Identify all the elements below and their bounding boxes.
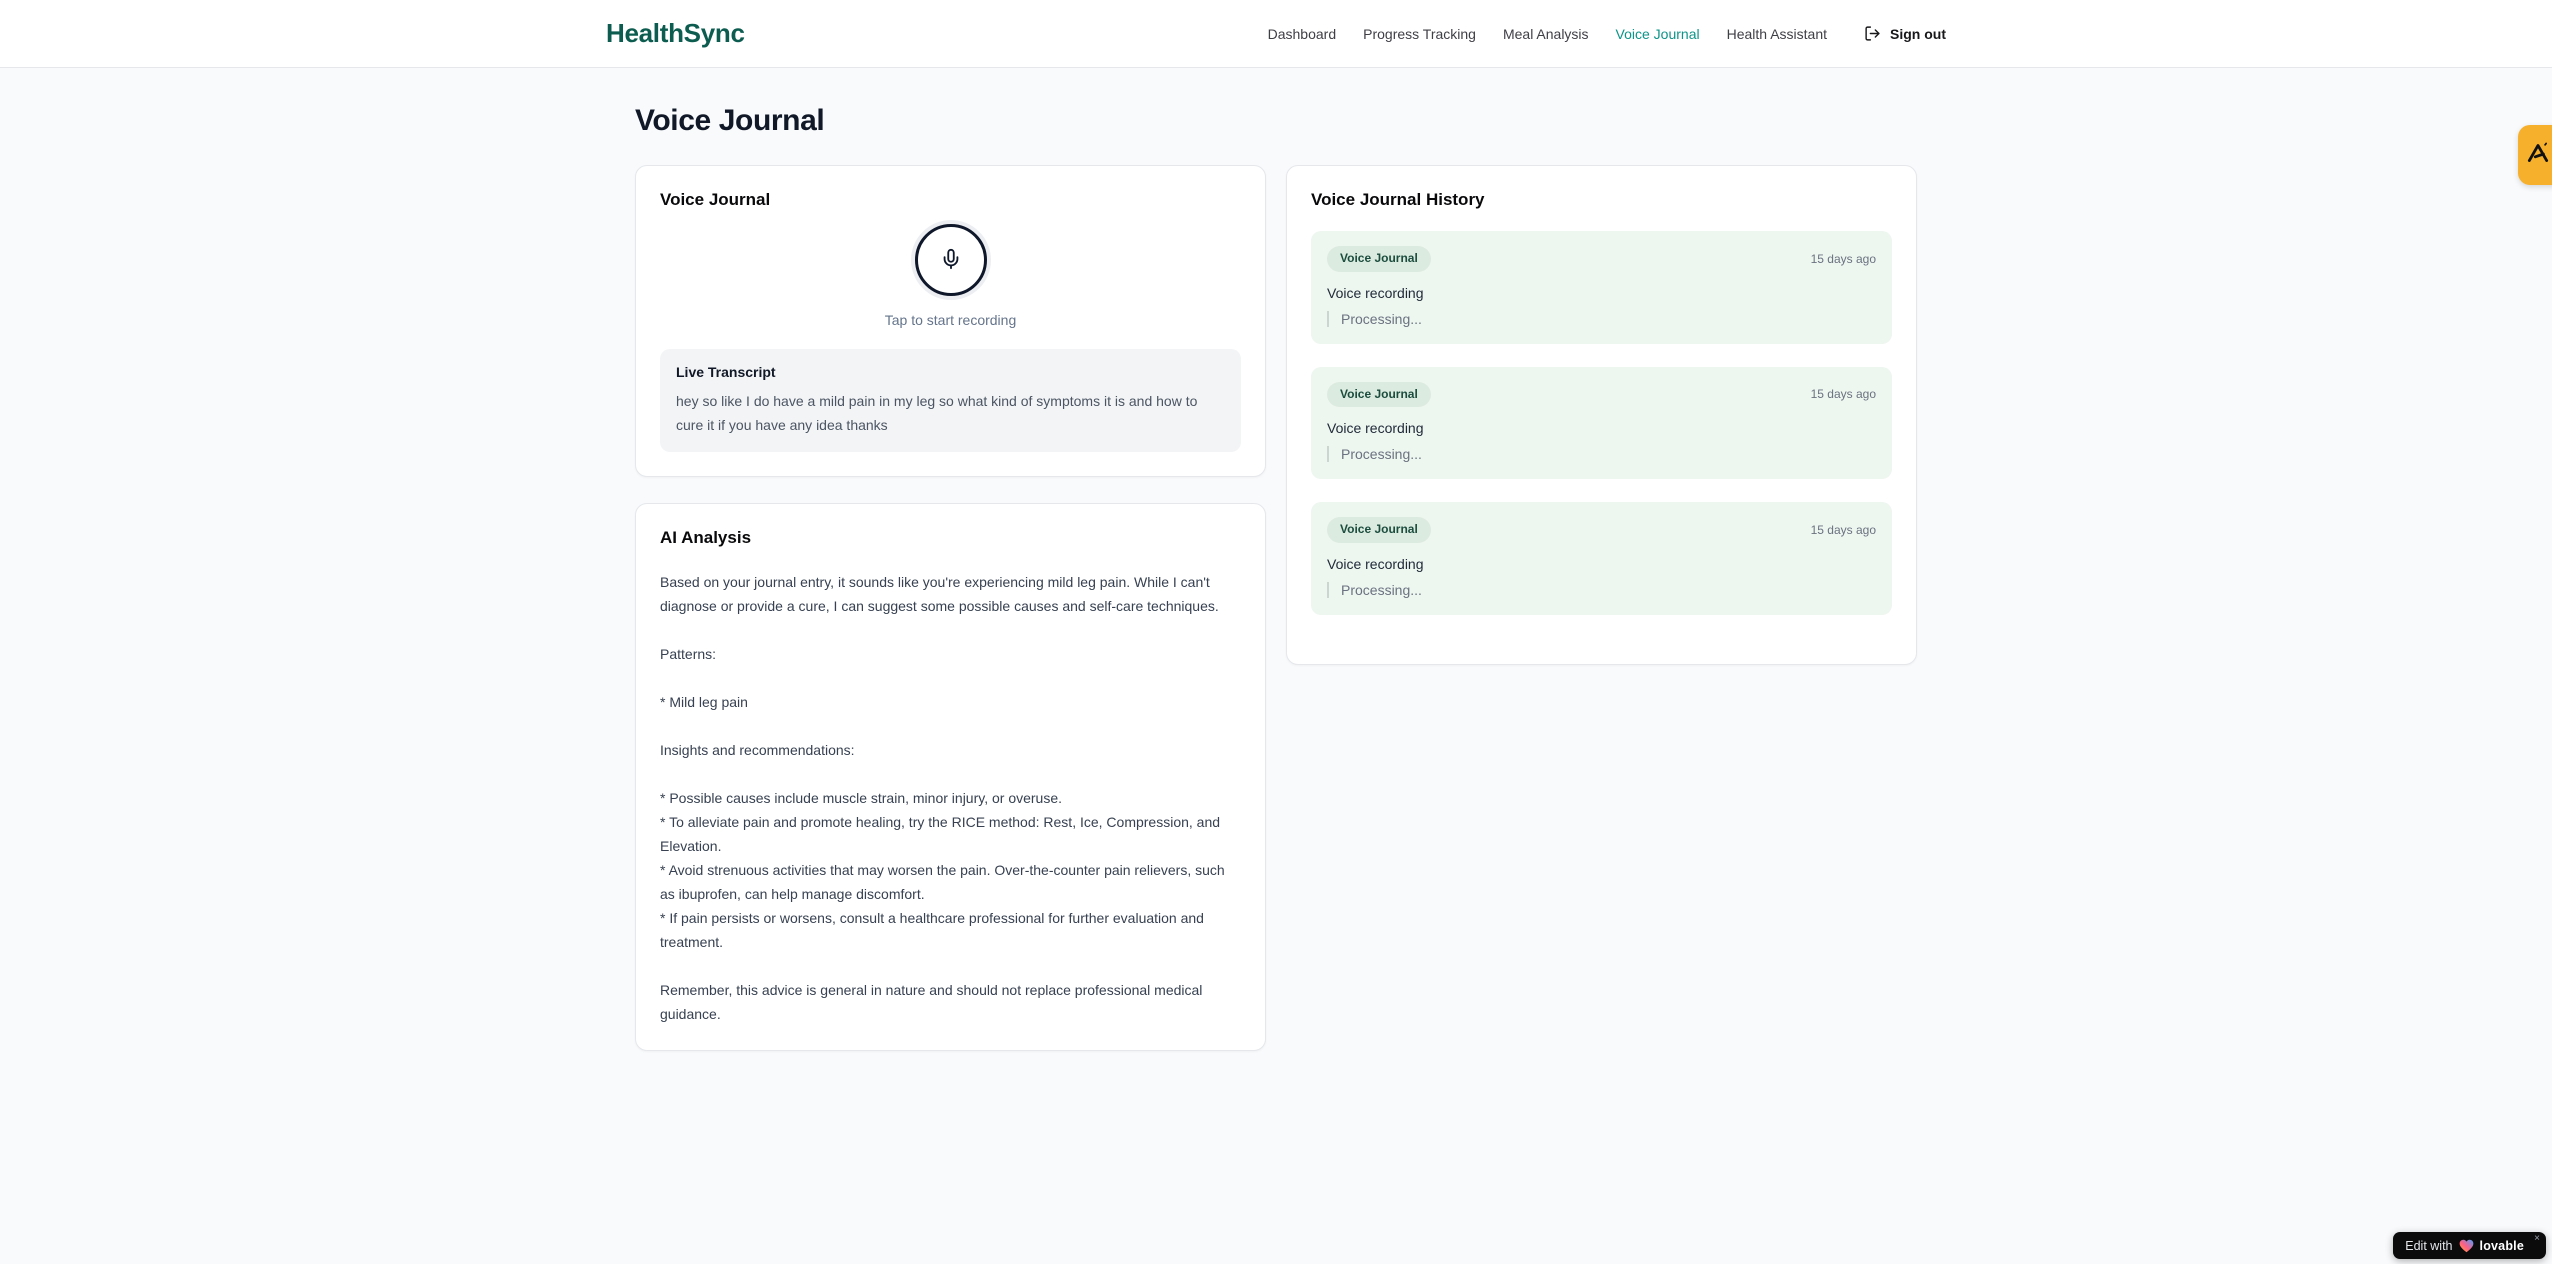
entry-status: Processing... <box>1327 581 1876 598</box>
entry-type-badge: Voice Journal <box>1327 246 1431 272</box>
ai-analysis-body: Based on your journal entry, it sounds l… <box>660 574 1225 1022</box>
tap-to-record-hint: Tap to start recording <box>884 312 1017 328</box>
left-column: Voice Journal Tap to start recording Liv… <box>635 165 1266 1051</box>
edit-badge-brand: lovable <box>2479 1238 2524 1253</box>
history-card-title: Voice Journal History <box>1311 190 1485 209</box>
logout-icon <box>1864 25 1881 42</box>
entry-status: Processing... <box>1327 310 1876 327</box>
history-item[interactable]: Voice Journal 15 days ago Voice recordin… <box>1311 366 1892 480</box>
page-title: Voice Journal <box>635 104 825 137</box>
ai-analysis-title: AI Analysis <box>660 528 752 547</box>
ai-analysis-card: AI Analysis Based on your journal entry,… <box>635 503 1266 1051</box>
accessibility-widget-button[interactable] <box>2518 125 2552 185</box>
entry-type-badge: Voice Journal <box>1327 381 1431 408</box>
main-content: Voice Journal Voice Journal Tap to start… <box>635 68 1917 1051</box>
gradient-heart-icon <box>2459 1239 2474 1253</box>
voice-journal-history-card: Voice Journal History Voice Journal 15 d… <box>1286 165 1917 665</box>
voice-recorder-card: Voice Journal Tap to start recording Liv… <box>635 165 1266 477</box>
entry-timestamp: 15 days ago <box>1810 251 1876 266</box>
accessibility-widget-icon <box>2525 140 2551 171</box>
nav-item-meal-analysis[interactable]: Meal Analysis <box>1503 26 1589 42</box>
recorder-card-title: Voice Journal <box>660 190 771 209</box>
record-button[interactable] <box>914 224 987 296</box>
entry-label: Voice recording <box>1327 284 1424 301</box>
edit-with-lovable-badge[interactable]: Edit with lovable × <box>2393 1232 2546 1259</box>
entry-timestamp: 15 days ago <box>1810 387 1876 402</box>
nav-item-health-assistant[interactable]: Health Assistant <box>1727 26 1827 42</box>
brand-logo[interactable]: HealthSync <box>606 18 745 49</box>
live-transcript-box: Live Transcript hey so like I do have a … <box>660 349 1241 452</box>
nav-item-dashboard[interactable]: Dashboard <box>1268 26 1337 42</box>
edit-badge-prefix: Edit with <box>2405 1238 2453 1253</box>
entry-timestamp: 15 days ago <box>1810 522 1876 537</box>
mic-icon <box>940 248 962 273</box>
history-item[interactable]: Voice Journal 15 days ago Voice recordin… <box>1311 231 1892 344</box>
history-item[interactable]: Voice Journal 15 days ago Voice recordin… <box>1311 502 1892 615</box>
nav-item-progress-tracking[interactable]: Progress Tracking <box>1363 26 1476 42</box>
entry-type-badge: Voice Journal <box>1327 517 1431 543</box>
close-icon[interactable]: × <box>2534 1234 2540 1244</box>
history-list: Voice Journal 15 days ago Voice recordin… <box>1311 231 1892 615</box>
sign-out-label: Sign out <box>1890 25 1946 42</box>
live-transcript-text: hey so like I do have a mild pain in my … <box>676 393 1198 433</box>
entry-status: Processing... <box>1327 446 1876 463</box>
top-navigation-bar: HealthSync Dashboard Progress Tracking M… <box>0 0 2552 68</box>
right-column: Voice Journal History Voice Journal 15 d… <box>1286 165 1917 665</box>
entry-label: Voice recording <box>1327 420 1424 437</box>
sign-out-button[interactable]: Sign out <box>1864 25 1946 42</box>
live-transcript-title: Live Transcript <box>676 364 776 380</box>
nav-item-voice-journal[interactable]: Voice Journal <box>1616 26 1700 42</box>
entry-label: Voice recording <box>1327 555 1424 572</box>
main-nav: Dashboard Progress Tracking Meal Analysi… <box>1268 25 1946 42</box>
